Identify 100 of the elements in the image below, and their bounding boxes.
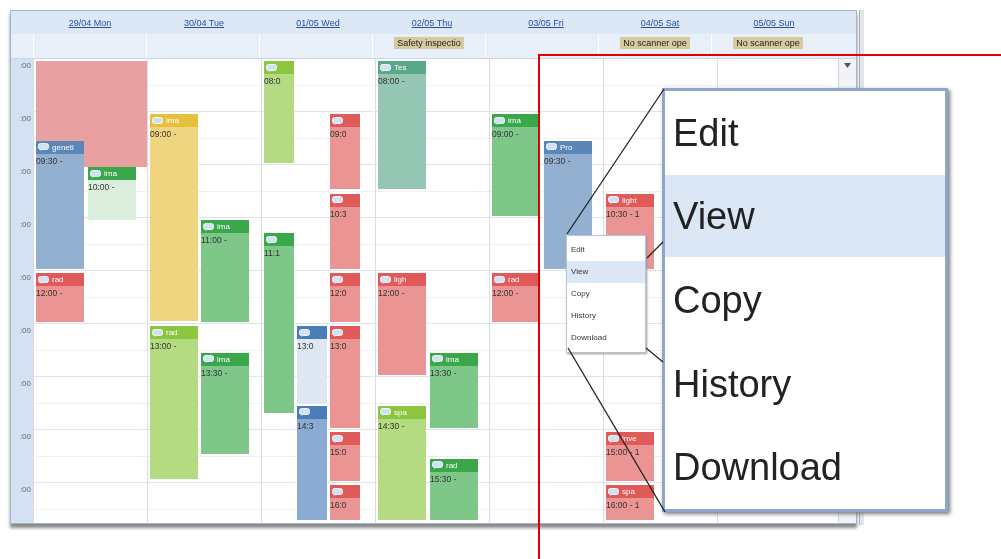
- bubble-icon: [332, 196, 343, 204]
- event-time: 08:0: [264, 76, 281, 86]
- event-time: 08:00 -: [378, 76, 405, 86]
- calendar-event[interactable]: ima 09:00 -: [492, 114, 540, 216]
- event-time: 09:30 -: [544, 155, 571, 166]
- calendar-event[interactable]: ima 13:30 -: [430, 352, 478, 428]
- hour-label: :00: [19, 325, 32, 335]
- hour-label: :00: [19, 431, 32, 441]
- hour-label: :00: [19, 113, 32, 123]
- menu-item[interactable]: Copy: [567, 283, 645, 305]
- event-time: 10:00 -: [88, 182, 115, 192]
- event-time: 11:1: [264, 248, 280, 259]
- event-time: 10:3: [330, 208, 347, 219]
- event-title: ima: [217, 222, 230, 231]
- bubble-icon: [380, 63, 391, 72]
- event-title: spa: [394, 407, 407, 417]
- bubble-icon: [299, 408, 310, 416]
- event-title: spa: [622, 487, 635, 496]
- menu-item[interactable]: View: [665, 175, 945, 258]
- hour-label: :00: [19, 166, 32, 176]
- calendar-event[interactable]: spa 14:30 -: [378, 405, 426, 521]
- day-link[interactable]: 05/05 Sun: [753, 17, 795, 28]
- calendar-event[interactable]: 16:0: [330, 485, 360, 521]
- bubble-icon: [494, 275, 505, 284]
- menu-item[interactable]: Copy: [665, 259, 945, 341]
- event-time: 09:0: [330, 129, 347, 139]
- calendar-event[interactable]: ima 11:00 -: [201, 220, 249, 322]
- calendar-event[interactable]: ligh 12:00 -: [378, 273, 426, 375]
- day-link[interactable]: 04/05 Sat: [640, 17, 680, 28]
- calendar-event[interactable]: rad 13:00 -: [150, 326, 198, 479]
- calendar-event[interactable]: rad 12:00 -: [36, 273, 84, 322]
- bubble-icon: [332, 275, 343, 284]
- calendar-event[interactable]: spa 16:00 - 1: [606, 485, 654, 521]
- calendar-event[interactable]: 12:0: [330, 273, 360, 322]
- calendar-event[interactable]: 13:0: [330, 326, 360, 428]
- day-link[interactable]: 01/05 Wed: [296, 17, 340, 28]
- calendar-event[interactable]: ima 13:30 -: [201, 352, 249, 455]
- calendar-event[interactable]: geneti 09:30 -: [36, 140, 84, 269]
- event-title: light: [622, 195, 637, 205]
- event-title: rad: [52, 275, 64, 284]
- menu-item[interactable]: Download: [665, 426, 945, 509]
- day-link[interactable]: 02/05 Thu: [411, 17, 453, 28]
- calendar-event[interactable]: 14:3: [297, 405, 327, 521]
- event-title: ima: [446, 354, 459, 364]
- bubble-icon: [432, 461, 443, 469]
- event-title: rad: [166, 328, 178, 337]
- all-day-event[interactable]: No scanner ope: [620, 37, 690, 49]
- day-link[interactable]: 30/04 Tue: [183, 17, 224, 28]
- bubble-icon: [203, 222, 214, 231]
- menu-item[interactable]: Edit: [665, 91, 945, 174]
- event-time: 16:00 - 1: [606, 500, 640, 510]
- event-title: ima: [217, 354, 230, 364]
- bubble-icon: [152, 116, 163, 125]
- bubble-icon: [608, 196, 619, 204]
- bubble-icon: [432, 355, 443, 363]
- bubble-icon: [299, 328, 310, 337]
- all-day-event[interactable]: No scanner ope: [733, 37, 803, 49]
- calendar-event[interactable]: 11:1: [264, 233, 294, 414]
- event-time: 13:0: [330, 341, 347, 351]
- day-link[interactable]: 29/04 Mon: [68, 17, 112, 28]
- leader-line: [646, 241, 664, 259]
- event-title: geneti: [52, 142, 74, 152]
- bubble-icon: [380, 275, 391, 284]
- event-time: 12:0: [330, 288, 347, 298]
- calendar-event[interactable]: 08:0: [264, 61, 294, 163]
- bubble-icon: [608, 487, 619, 496]
- bubble-icon: [332, 116, 343, 125]
- menu-item[interactable]: Download: [567, 327, 645, 349]
- event-title: ligh: [394, 275, 407, 284]
- event-time: 10:30 - 1: [606, 208, 640, 219]
- scroll-up-icon[interactable]: [844, 63, 851, 68]
- bubble-icon: [266, 63, 277, 72]
- menu-item[interactable]: View: [567, 261, 645, 283]
- bubble-icon: [266, 235, 277, 244]
- event-time: 12:00 -: [36, 288, 63, 298]
- hour-label: :00: [19, 60, 32, 70]
- event-title: rad: [446, 460, 458, 470]
- event-title: Tes: [394, 63, 407, 72]
- event-time: 11:00 -: [201, 235, 227, 245]
- calendar-event[interactable]: ima 10:00 -: [88, 167, 136, 220]
- calendar-event[interactable]: 15:0: [330, 432, 360, 481]
- calendar-event[interactable]: rad 12:00 -: [492, 273, 540, 322]
- calendar-event[interactable]: 13:0: [297, 326, 327, 404]
- calendar-event[interactable]: 10:3: [330, 193, 360, 269]
- all-day-event[interactable]: Safety inspectio: [394, 37, 464, 49]
- event-time: 09:30 -: [36, 155, 63, 166]
- calendar-event[interactable]: ima 09:00 -: [150, 114, 198, 321]
- menu-item[interactable]: History: [567, 305, 645, 327]
- calendar-event[interactable]: Tes 08:00 -: [378, 61, 426, 190]
- event-title: ima: [104, 169, 117, 178]
- bubble-icon: [546, 143, 557, 151]
- calendar-event[interactable]: inve 15:00 - 1: [606, 432, 654, 481]
- menu-item[interactable]: History: [665, 342, 945, 425]
- event-title: ima: [508, 116, 521, 125]
- hour-label: :00: [19, 272, 32, 282]
- day-link[interactable]: 03/05 Fri: [528, 17, 564, 28]
- bubble-icon: [152, 328, 163, 337]
- bubble-icon: [332, 328, 343, 337]
- calendar-event[interactable]: rad 15:30 -: [430, 458, 478, 521]
- calendar-event[interactable]: 09:0: [330, 114, 360, 190]
